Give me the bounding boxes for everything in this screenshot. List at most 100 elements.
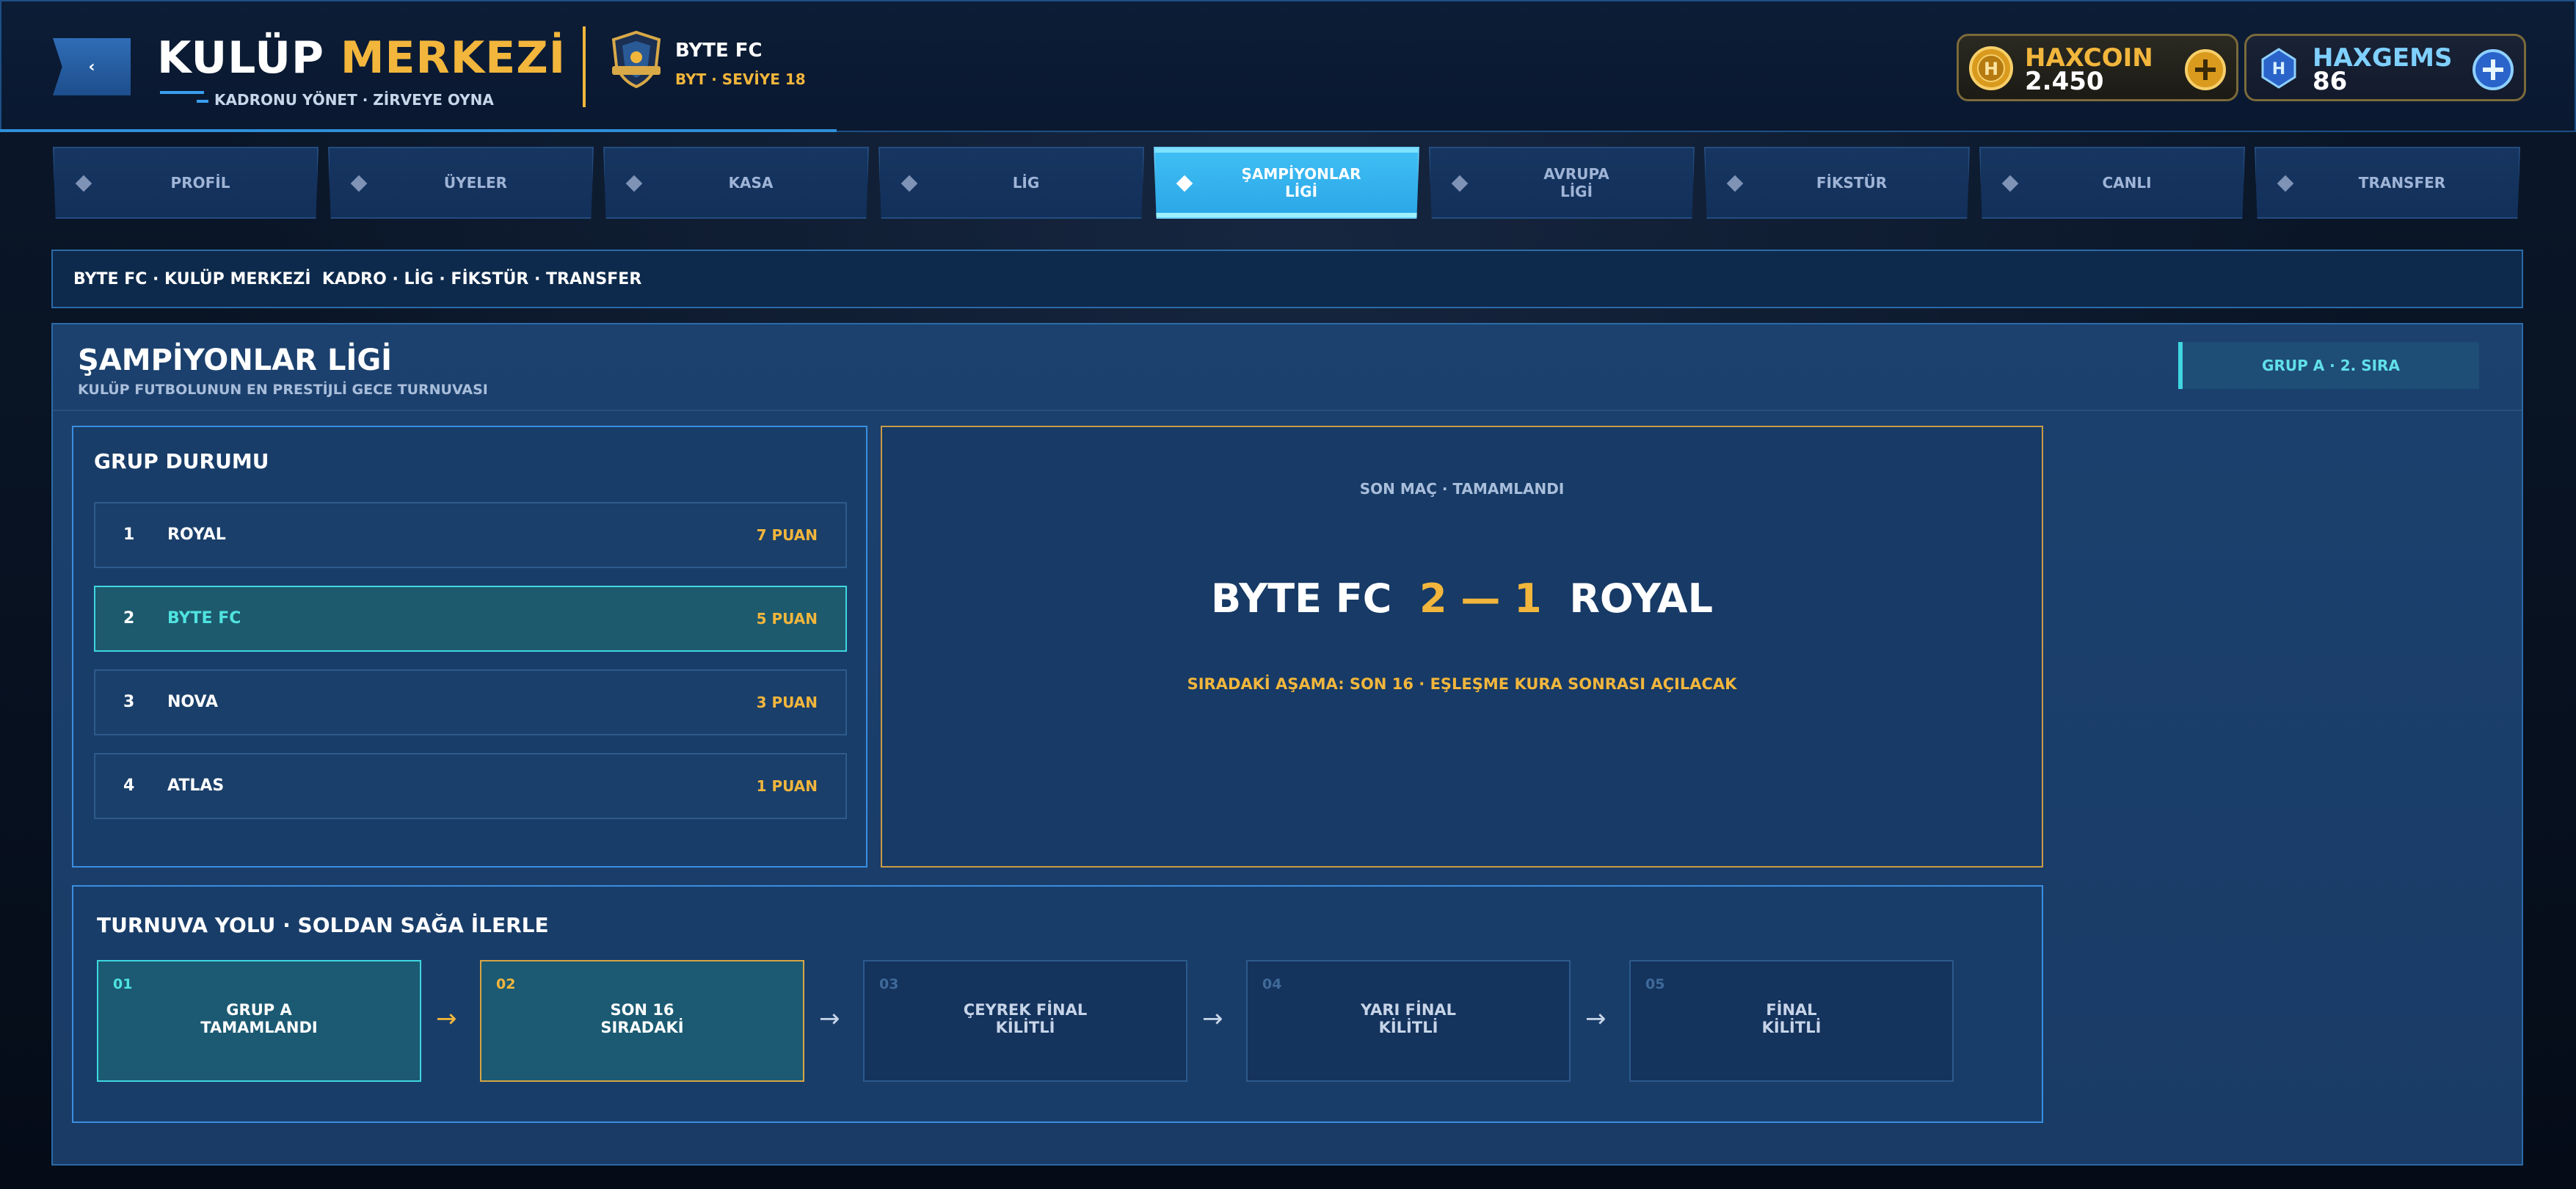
tab-profil[interactable]: PROFİL <box>53 147 319 219</box>
standings-row-own-club[interactable]: 2 BYTE FC 5 PUAN <box>94 586 847 652</box>
haxgems-icon: H <box>2261 48 2296 89</box>
tab-kasa[interactable]: KASA <box>603 147 869 219</box>
haxgems-wallet: H HAXGEMS 86 <box>2244 34 2526 101</box>
next-stage-info: SIRADAKİ AŞAMA: SON 16 · EŞLEŞME KURA SO… <box>1187 675 1737 693</box>
back-chevron-icon: ‹ <box>88 57 95 76</box>
tab-label: PROFİL <box>170 174 230 192</box>
subtitle-decoration <box>197 100 208 103</box>
row-rank: 2 <box>123 609 135 628</box>
home-team: BYTE FC <box>1210 575 1392 622</box>
stage-card-quarter-final[interactable]: 03 ÇEYREK FİNAL KİLİTLİ <box>863 960 1187 1082</box>
row-points: 3 PUAN <box>756 694 818 711</box>
tab-sampiyonlar-ligi[interactable]: ŞAMPİYONLAR LİGİ <box>1154 147 1419 219</box>
arrow-right-icon: → <box>436 1004 457 1033</box>
add-haxgems-button[interactable] <box>2473 49 2514 90</box>
champions-league-panel: ŞAMPİYONLAR LİGİ KULÜP FUTBOLUNUN EN PRE… <box>51 323 2523 1166</box>
stage-number: 02 <box>496 976 516 992</box>
back-button[interactable]: ‹ <box>53 38 131 95</box>
row-team: ROYAL <box>167 526 226 544</box>
group-standings: GRUP DURUMU 1 ROYAL 7 PUAN 2 BYTE FC 5 P… <box>72 426 867 868</box>
tab-label: ÜYELER <box>443 174 508 192</box>
row-team: ATLAS <box>167 777 225 795</box>
haxcoin-icon: H <box>1969 46 2013 90</box>
row-team: NOVA <box>167 693 219 711</box>
tab-lig[interactable]: LİG <box>878 147 1144 219</box>
hub-title: KULÜP MERKEZİ <box>157 32 566 84</box>
stage-card-semi-final[interactable]: 04 YARI FİNAL KİLİTLİ <box>1246 960 1571 1082</box>
breadcrumb: BYTE FC · KULÜP MERKEZİ KADRO · LİG · Fİ… <box>51 250 2523 308</box>
tab-avrupa-ligi[interactable]: AVRUPA LİGİ <box>1429 147 1695 219</box>
haxcoin-value: 2.450 <box>2025 67 2104 96</box>
row-team: BYTE FC <box>167 609 241 628</box>
row-points: 1 PUAN <box>756 777 818 795</box>
stage-label: SON 16 SIRADAKİ <box>600 1001 684 1036</box>
stage-card-round-of-16[interactable]: 02 SON 16 SIRADAKİ <box>480 960 804 1082</box>
arrow-right-icon: → <box>1585 1004 1607 1033</box>
club-meta: BYT · SEVİYE 18 <box>675 70 806 88</box>
tab-label: AVRUPA LİGİ <box>1543 165 1609 200</box>
row-points: 7 PUAN <box>756 526 818 544</box>
tab-transfer[interactable]: TRANSFER <box>2255 147 2520 219</box>
active-tab-indicator <box>1155 213 1418 217</box>
tab-label: ŞAMPİYONLAR LİGİ <box>1241 165 1361 200</box>
row-rank: 1 <box>123 526 135 544</box>
stage-card-group[interactable]: 01 GRUP A TAMAMLANDI <box>97 960 421 1082</box>
stage-card-final[interactable]: 05 FİNAL KİLİTLİ <box>1629 960 1954 1082</box>
group-position-badge: GRUP A · 2. SIRA <box>2178 342 2479 389</box>
tab-label: CANLI <box>2102 174 2152 192</box>
tab-uyeler[interactable]: ÜYELER <box>328 147 594 219</box>
haxgems-value: 86 <box>2313 67 2348 96</box>
score: 2 — 1 <box>1419 575 1542 622</box>
stage-label: YARI FİNAL KİLİTLİ <box>1360 1001 1457 1036</box>
diamond-icon <box>2277 175 2294 192</box>
svg-text:H: H <box>1984 59 1998 79</box>
add-haxcoin-button[interactable] <box>2185 49 2226 90</box>
row-rank: 3 <box>123 693 135 711</box>
stage-number: 01 <box>113 976 133 992</box>
arrow-right-icon: → <box>1202 1004 1223 1033</box>
page-subtitle: KULÜP FUTBOLUNUN EN PRESTİJLİ GECE TURNU… <box>78 382 488 398</box>
path-title: TURNUVA YOLU · SOLDAN SAĞA İLERLE <box>97 913 549 937</box>
standings-title: GRUP DURUMU <box>94 449 269 473</box>
row-rank: 4 <box>123 777 135 795</box>
standings-row[interactable]: 3 NOVA 3 PUAN <box>94 669 847 735</box>
standings-row[interactable]: 4 ATLAS 1 PUAN <box>94 753 847 819</box>
tab-label: KASA <box>728 174 774 192</box>
diamond-icon <box>1726 175 1744 192</box>
diamond-icon <box>2001 175 2019 192</box>
hub-subtitle: KADRONU YÖNET · ZİRVEYE OYNA <box>214 91 494 109</box>
diamond-icon <box>1176 175 1193 192</box>
diamond-icon <box>900 175 918 192</box>
hub-title-main: KULÜP <box>157 32 324 84</box>
club-name: BYTE FC <box>675 40 763 62</box>
arrow-right-icon: → <box>819 1004 840 1033</box>
stage-number: 03 <box>879 976 899 992</box>
diamond-icon <box>75 175 92 192</box>
hub-title-accent: MERKEZİ <box>340 32 567 84</box>
tab-label: FİKSTÜR <box>1816 174 1888 192</box>
stage-label: ÇEYREK FİNAL KİLİTLİ <box>963 1001 1088 1036</box>
header-divider <box>583 26 586 107</box>
stage-label: FİNAL KİLİTLİ <box>1761 1001 1822 1036</box>
panel-divider <box>53 410 2522 411</box>
stage-label: GRUP A TAMAMLANDI <box>200 1001 318 1036</box>
haxcoin-wallet: H HAXCOIN 2.450 <box>1957 34 2238 101</box>
diamond-icon <box>350 175 368 192</box>
header-accent-line <box>0 129 837 132</box>
last-match-card: SON MAÇ · TAMAMLANDI BYTE FC 2 — 1 ROYAL… <box>881 426 2043 868</box>
tournament-path: TURNUVA YOLU · SOLDAN SAĞA İLERLE 01 GRU… <box>72 885 2043 1123</box>
tab-label: LİG <box>1012 174 1040 192</box>
match-status: SON MAÇ · TAMAMLANDI <box>1359 480 1565 498</box>
stage-number: 04 <box>1262 976 1282 992</box>
page-title: ŞAMPİYONLAR LİGİ <box>78 343 393 377</box>
row-points: 5 PUAN <box>756 610 818 628</box>
standings-row[interactable]: 1 ROYAL 7 PUAN <box>94 502 847 568</box>
tab-label: TRANSFER <box>2358 174 2446 192</box>
diamond-icon <box>1451 175 1469 192</box>
tab-canli[interactable]: CANLI <box>1979 147 2245 219</box>
away-team: ROYAL <box>1569 575 1714 622</box>
match-score: BYTE FC 2 — 1 ROYAL <box>882 575 2042 622</box>
tab-fikstur[interactable]: FİKSTÜR <box>1704 147 1970 219</box>
subtitle-decoration <box>160 91 204 94</box>
svg-text:H: H <box>2272 60 2285 79</box>
